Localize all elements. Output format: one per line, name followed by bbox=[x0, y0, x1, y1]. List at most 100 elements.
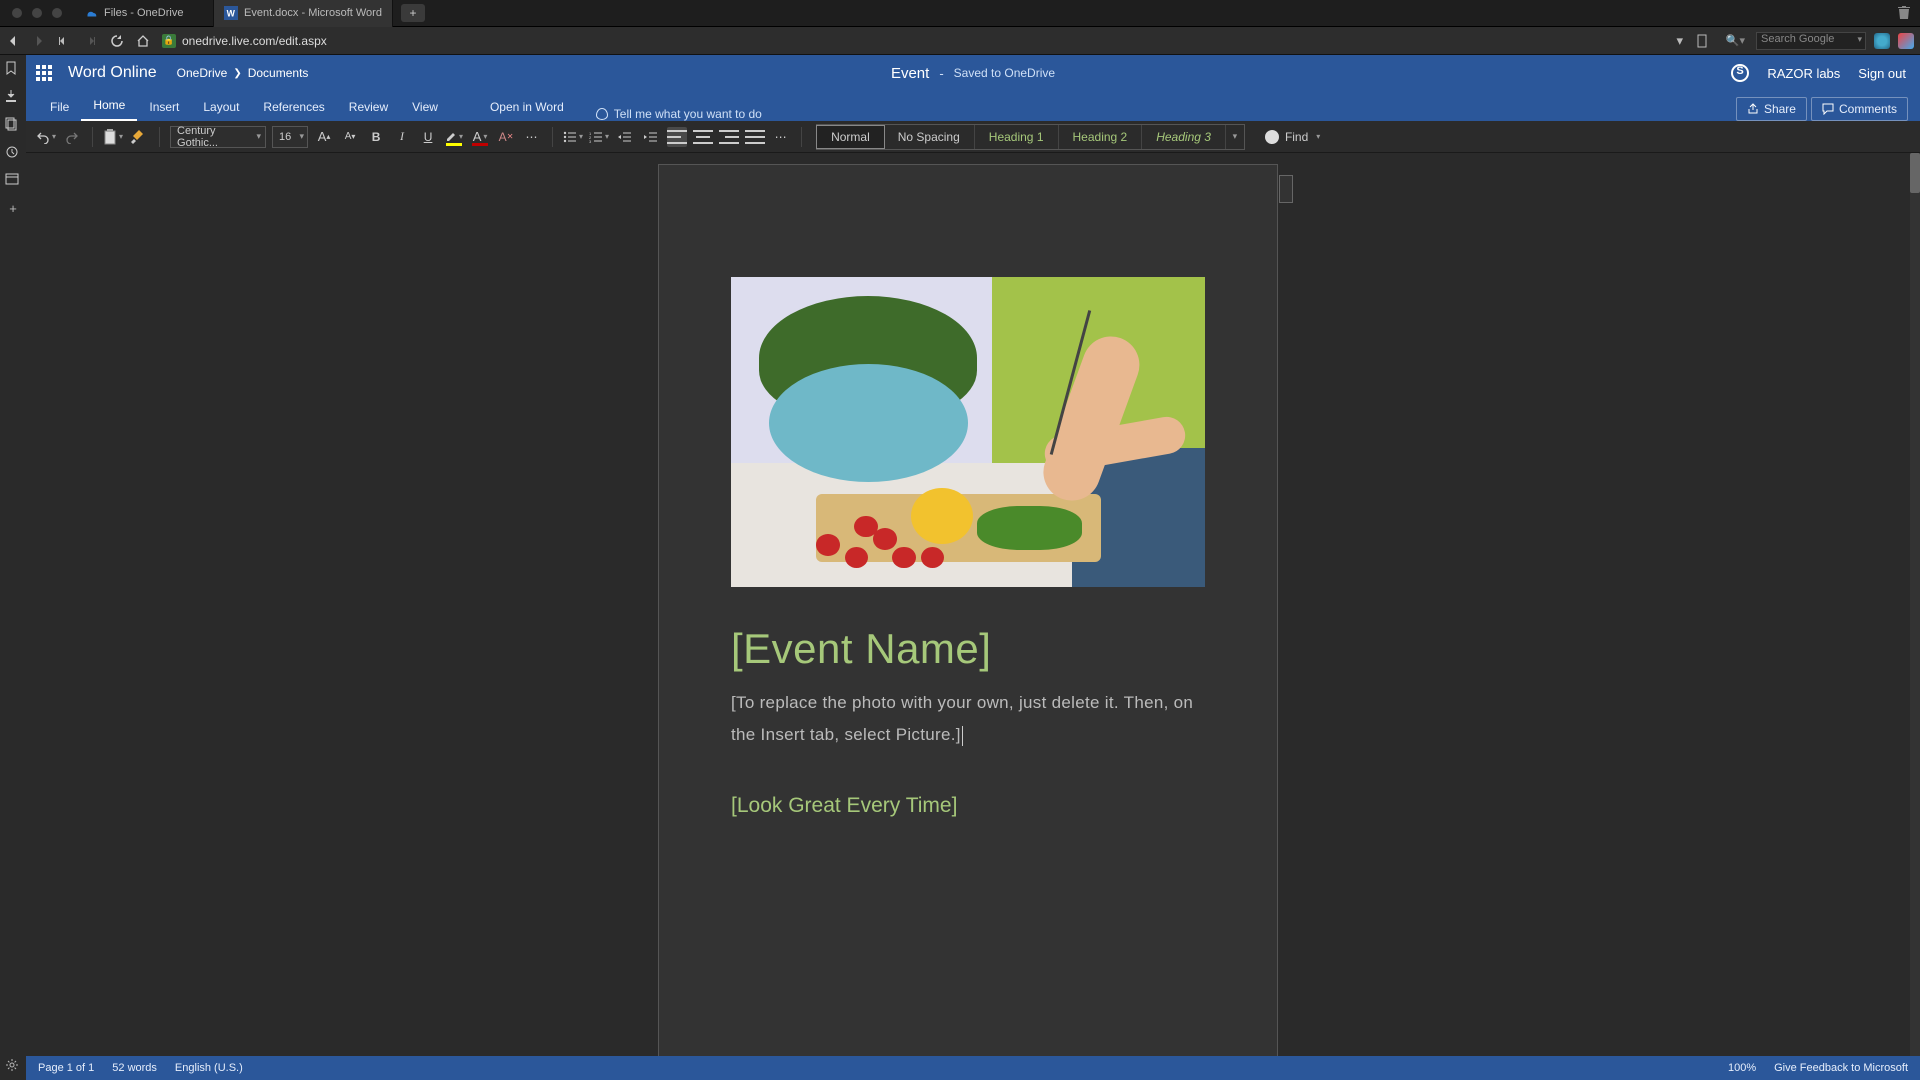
scroll-thumb[interactable] bbox=[1910, 153, 1920, 193]
ribbon-tabs: File Home Insert Layout References Revie… bbox=[26, 91, 1920, 121]
vertical-scrollbar[interactable] bbox=[1910, 153, 1920, 1056]
document-image[interactable] bbox=[731, 277, 1205, 587]
waffle-icon bbox=[36, 65, 52, 81]
copy-icon[interactable] bbox=[5, 117, 21, 133]
add-icon[interactable]: + bbox=[5, 201, 21, 217]
tab-file[interactable]: File bbox=[38, 94, 81, 121]
align-justify-button[interactable] bbox=[745, 127, 765, 147]
lightbulb-icon bbox=[596, 108, 608, 120]
address-bar[interactable]: 🔒 onedrive.live.com/edit.aspx bbox=[162, 34, 1222, 48]
tab-home[interactable]: Home bbox=[81, 92, 137, 121]
redo-button[interactable] bbox=[62, 127, 82, 147]
share-icon bbox=[1747, 103, 1759, 115]
shrink-font-button[interactable]: A▾ bbox=[340, 127, 360, 147]
share-label: Share bbox=[1764, 102, 1796, 116]
home-button[interactable] bbox=[136, 34, 154, 48]
style-heading-3[interactable]: Heading 3 bbox=[1142, 125, 1226, 149]
font-color-button[interactable]: A▾ bbox=[470, 127, 490, 147]
document-subheading[interactable]: [Look Great Every Time] bbox=[731, 794, 1205, 818]
share-button[interactable]: Share bbox=[1736, 97, 1807, 121]
extension-icon-1[interactable] bbox=[1874, 33, 1890, 49]
tab-review[interactable]: Review bbox=[337, 94, 400, 121]
document-title-area: Event - Saved to OneDrive bbox=[891, 65, 1055, 82]
breadcrumb: OneDrive ❯ Documents bbox=[177, 66, 309, 80]
paste-button[interactable]: ▾ bbox=[103, 127, 123, 147]
document-canvas[interactable]: [Event Name] [To replace the photo with … bbox=[26, 153, 1910, 1056]
feedback-link[interactable]: Give Feedback to Microsoft bbox=[1774, 1062, 1908, 1074]
tab-insert[interactable]: Insert bbox=[137, 94, 191, 121]
search-placeholder: Search Google bbox=[1761, 33, 1834, 45]
numbering-button[interactable]: 123▾ bbox=[589, 127, 609, 147]
bullets-button[interactable]: ▾ bbox=[563, 127, 583, 147]
find-button[interactable]: Find ▾ bbox=[1265, 130, 1320, 144]
bookmark-icon[interactable] bbox=[5, 61, 21, 77]
font-size-select[interactable]: 16 bbox=[272, 126, 308, 148]
document-heading[interactable]: [Event Name] bbox=[731, 625, 1205, 673]
more-font-button[interactable]: ⋯ bbox=[522, 127, 542, 147]
gear-icon[interactable] bbox=[5, 1058, 21, 1074]
tell-me-search[interactable]: Tell me what you want to do bbox=[596, 107, 762, 121]
trash-icon[interactable] bbox=[1898, 6, 1920, 20]
browser-tab-strip: Files - OneDrive W Event.docx - Microsof… bbox=[0, 0, 1920, 27]
style-heading-2[interactable]: Heading 2 bbox=[1059, 125, 1143, 149]
style-no-spacing[interactable]: No Spacing bbox=[884, 125, 975, 149]
breadcrumb-root[interactable]: OneDrive bbox=[177, 66, 228, 80]
language[interactable]: English (U.S.) bbox=[175, 1062, 243, 1074]
clear-format-button[interactable]: A✕ bbox=[496, 127, 516, 147]
grow-font-button[interactable]: A▴ bbox=[314, 127, 334, 147]
window-icon[interactable] bbox=[5, 173, 21, 189]
extension-icon-2[interactable] bbox=[1898, 33, 1914, 49]
indent-button[interactable] bbox=[641, 127, 661, 147]
search-input[interactable]: Search Google bbox=[1756, 32, 1866, 50]
word-count[interactable]: 52 words bbox=[112, 1062, 157, 1074]
align-right-button[interactable] bbox=[719, 127, 739, 147]
comments-button[interactable]: Comments bbox=[1811, 97, 1908, 121]
download-icon[interactable] bbox=[5, 89, 21, 105]
skype-icon[interactable] bbox=[1731, 64, 1749, 82]
zoom-level[interactable]: 100% bbox=[1728, 1062, 1756, 1074]
forward-button[interactable] bbox=[32, 34, 50, 48]
outdent-button[interactable] bbox=[615, 127, 635, 147]
document-page[interactable]: [Event Name] [To replace the photo with … bbox=[658, 164, 1278, 1056]
dropdown-icon[interactable]: ▾ bbox=[1671, 33, 1689, 49]
window-max[interactable] bbox=[52, 8, 62, 18]
window-min[interactable] bbox=[32, 8, 42, 18]
document-name[interactable]: Event bbox=[891, 65, 929, 82]
undo-button[interactable]: ▾ bbox=[36, 127, 56, 147]
highlight-button[interactable]: ▾ bbox=[444, 127, 464, 147]
browser-tab-word[interactable]: W Event.docx - Microsoft Word bbox=[214, 0, 393, 27]
browser-nav-bar: 🔒 onedrive.live.com/edit.aspx ▾ 🔍▾ Searc… bbox=[0, 27, 1920, 55]
underline-button[interactable]: U bbox=[418, 127, 438, 147]
italic-button[interactable]: I bbox=[392, 127, 412, 147]
align-center-button[interactable] bbox=[693, 127, 713, 147]
account-name[interactable]: RAZOR labs bbox=[1767, 66, 1840, 81]
open-in-word-button[interactable]: Open in Word bbox=[478, 94, 576, 121]
reader-icon[interactable] bbox=[1697, 34, 1715, 48]
style-normal[interactable]: Normal bbox=[816, 125, 885, 149]
rewind-button[interactable] bbox=[58, 35, 76, 47]
document-paragraph[interactable]: [To replace the photo with your own, jus… bbox=[731, 687, 1205, 752]
align-left-button[interactable] bbox=[667, 127, 687, 147]
history-icon[interactable] bbox=[5, 145, 21, 161]
sign-out-link[interactable]: Sign out bbox=[1858, 66, 1906, 81]
ff-button[interactable] bbox=[84, 35, 102, 47]
font-name-select[interactable]: Century Gothic... bbox=[170, 126, 266, 148]
bold-button[interactable]: B bbox=[366, 127, 386, 147]
window-close[interactable] bbox=[12, 8, 22, 18]
breadcrumb-folder[interactable]: Documents bbox=[248, 66, 309, 80]
tab-view[interactable]: View bbox=[400, 94, 450, 121]
style-heading-1[interactable]: Heading 1 bbox=[975, 125, 1059, 149]
app-launcher[interactable] bbox=[26, 55, 62, 91]
more-paragraph-button[interactable]: ⋯ bbox=[771, 127, 791, 147]
back-button[interactable] bbox=[6, 34, 24, 48]
lock-icon: 🔒 bbox=[162, 34, 176, 48]
new-tab-button[interactable]: + bbox=[401, 4, 425, 22]
format-painter-button[interactable] bbox=[129, 127, 149, 147]
tab-layout[interactable]: Layout bbox=[191, 94, 251, 121]
styles-dropdown[interactable]: ▾ bbox=[1226, 131, 1244, 142]
dash: - bbox=[939, 66, 943, 81]
tab-references[interactable]: References bbox=[251, 94, 336, 121]
browser-tab-onedrive[interactable]: Files - OneDrive bbox=[74, 0, 214, 27]
reload-button[interactable] bbox=[110, 34, 128, 48]
page-count[interactable]: Page 1 of 1 bbox=[38, 1062, 94, 1074]
